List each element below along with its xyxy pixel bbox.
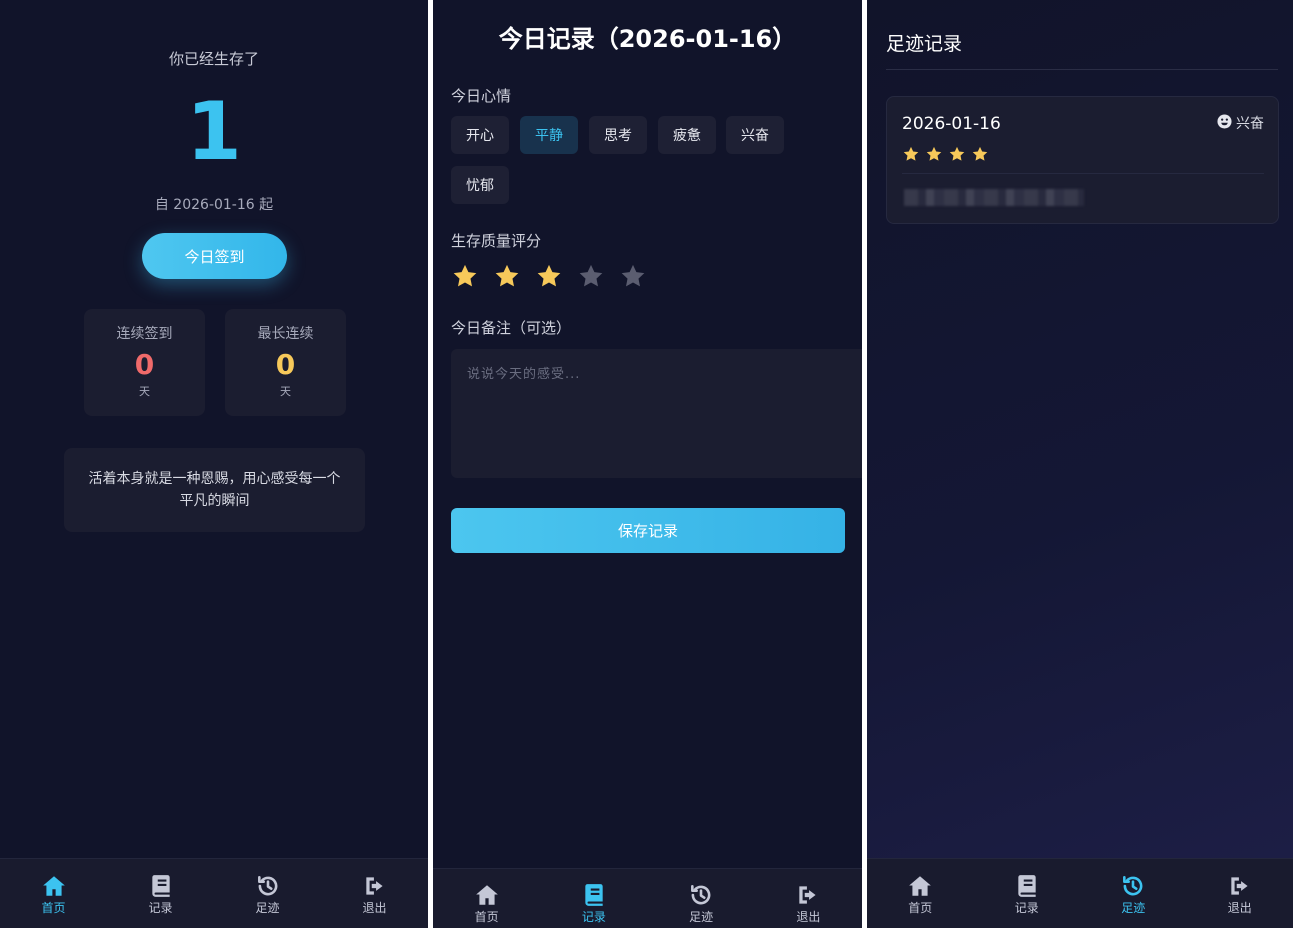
nav-logout-label: 退出 [796, 910, 821, 924]
history-icon [1120, 873, 1146, 899]
nav-records[interactable]: 记录 [974, 859, 1081, 928]
record-separator [902, 173, 1264, 174]
quote-text: 活着本身就是一种恩赐，用心感受每一个平凡的瞬间 [88, 471, 341, 509]
record-mood-label: 兴奋 [1236, 116, 1264, 132]
quote-card: 活着本身就是一种恩赐，用心感受每一个平凡的瞬间 [64, 448, 365, 532]
nav-home-label: 首页 [908, 901, 933, 915]
home-icon [41, 873, 67, 899]
footprint-record-card[interactable]: 2026-01-16 兴奋 [886, 96, 1279, 224]
nav-logout-label: 退出 [1227, 901, 1252, 915]
mood-option[interactable]: 开心 [451, 116, 509, 154]
star-filled-icon[interactable] [451, 262, 479, 294]
nav-logout[interactable]: 退出 [1187, 859, 1293, 928]
nav-home-label: 首页 [41, 901, 66, 915]
longest-streak-title: 最长连续 [257, 326, 314, 342]
nav-footprints[interactable]: 足迹 [1080, 859, 1187, 928]
current-streak-value: 0 [134, 348, 155, 381]
book-icon [148, 873, 174, 899]
checkin-button[interactable]: 今日签到 [142, 233, 287, 279]
nav-footprints[interactable]: 足迹 [648, 869, 755, 928]
title-divider [886, 69, 1278, 70]
nav-records-label: 记录 [1014, 901, 1039, 915]
star-filled-icon [925, 145, 943, 167]
mood-option[interactable]: 兴奋 [726, 116, 784, 154]
book-icon [1014, 873, 1040, 899]
logout-icon [362, 873, 388, 899]
since-date-text: 自 2026-01-16 起 [154, 197, 274, 213]
nav-records-label: 记录 [581, 910, 606, 924]
rating-stars [451, 262, 647, 294]
home-screen: 你已经生存了 1 自 2026-01-16 起 今日签到 连续签到 0 天 最长… [0, 0, 428, 928]
star-filled-icon [971, 145, 989, 167]
page-title: 足迹记录 [886, 33, 963, 55]
mood-label: 今日心情 [451, 87, 512, 105]
record-date: 2026-01-16 [902, 114, 1001, 134]
nav-logout-label: 退出 [362, 901, 387, 915]
nav-records[interactable]: 记录 [540, 869, 647, 928]
star-filled-icon[interactable] [493, 262, 521, 294]
current-streak-title: 连续签到 [116, 326, 173, 342]
bottom-nav: 首页 记录 足迹 退出 [433, 868, 862, 928]
nav-home[interactable]: 首页 [433, 869, 540, 928]
nav-footprints[interactable]: 足迹 [214, 859, 321, 928]
mood-option[interactable]: 思考 [589, 116, 647, 154]
nav-logout[interactable]: 退出 [755, 869, 862, 928]
nav-home[interactable]: 首页 [867, 859, 974, 928]
history-icon [255, 873, 281, 899]
mood-option[interactable]: 忧郁 [451, 166, 509, 204]
star-filled-icon[interactable] [535, 262, 563, 294]
mood-option[interactable]: 疲惫 [658, 116, 716, 154]
nav-records[interactable]: 记录 [107, 859, 214, 928]
days-survived-count: 1 [186, 85, 242, 178]
current-streak-card: 连续签到 0 天 [84, 309, 205, 416]
today-record-screen: 今日记录（2026-01-16） 今日心情 开心 平静 思考 疲惫 兴奋 忧郁 … [433, 0, 862, 928]
record-note-blurred [904, 189, 1084, 206]
nav-home[interactable]: 首页 [0, 859, 107, 928]
note-label: 今日备注（可选） [451, 319, 572, 337]
star-filled-icon [948, 145, 966, 167]
nav-logout[interactable]: 退出 [321, 859, 428, 928]
nav-footprints-label: 足迹 [689, 910, 714, 924]
note-input[interactable] [451, 349, 862, 478]
bottom-nav: 首页 记录 足迹 退出 [867, 858, 1293, 928]
home-icon [474, 882, 500, 908]
star-filled-icon [902, 145, 920, 167]
book-icon [581, 882, 607, 908]
rating-label: 生存质量评分 [451, 232, 542, 250]
page-title: 今日记录（2026-01-16） [498, 25, 797, 53]
logout-icon [795, 882, 821, 908]
longest-streak-card: 最长连续 0 天 [225, 309, 346, 416]
bottom-nav: 首页 记录 足迹 退出 [0, 858, 428, 928]
record-rating-stars [902, 145, 989, 167]
nav-footprints-label: 足迹 [1121, 901, 1146, 915]
current-streak-unit: 天 [139, 385, 150, 398]
logout-icon [1227, 873, 1253, 899]
history-icon [688, 882, 714, 908]
longest-streak-value: 0 [275, 348, 296, 381]
save-record-button[interactable]: 保存记录 [451, 508, 845, 553]
footprints-screen: 足迹记录 2026-01-16 兴奋 首页 记录 足迹 退出 [867, 0, 1293, 928]
star-empty-icon[interactable] [619, 262, 647, 294]
nav-home-label: 首页 [474, 910, 499, 924]
nav-records-label: 记录 [148, 901, 173, 915]
star-empty-icon[interactable] [577, 262, 605, 294]
longest-streak-unit: 天 [280, 385, 291, 398]
smile-icon [1217, 114, 1232, 134]
mood-option[interactable]: 平静 [520, 116, 578, 154]
nav-footprints-label: 足迹 [255, 901, 280, 915]
survival-intro-text: 你已经生存了 [168, 50, 259, 68]
record-mood: 兴奋 [1217, 114, 1264, 134]
home-icon [907, 873, 933, 899]
